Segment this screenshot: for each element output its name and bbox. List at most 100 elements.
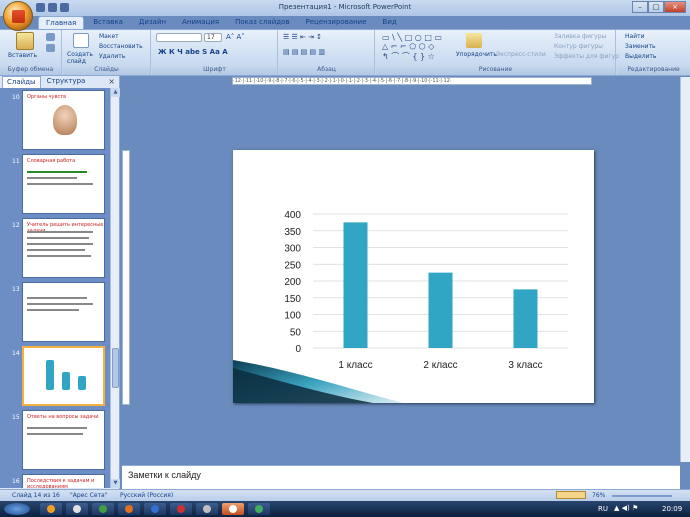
taskbar-app-icon[interactable] (196, 503, 218, 515)
office-button[interactable] (3, 1, 33, 31)
language-indicator[interactable]: Русский (Россия) (120, 492, 173, 499)
minimize-button[interactable]: – (632, 1, 648, 13)
scroll-down-icon[interactable]: ▼ (111, 479, 120, 488)
slide-thumb-15[interactable]: Ответы на вопросы задачи (22, 410, 105, 470)
zoom-level[interactable]: 76% (592, 492, 605, 499)
cut-icon[interactable] (46, 33, 55, 41)
taskbar-app-icon[interactable] (170, 503, 192, 515)
tab-view[interactable]: Вид (376, 16, 404, 30)
taskbar-app-icon[interactable] (144, 503, 166, 515)
slides-pane: Слайды Структура × 10 Органы чувств 11 С… (0, 76, 120, 489)
thumb-number: 14 (12, 350, 20, 357)
pane-close-icon[interactable]: × (108, 77, 115, 86)
zoom-slider[interactable] (612, 495, 672, 497)
slides-group: Создать слайд Макет Восстановить Удалить… (63, 30, 151, 75)
x-category-label: 2 класс (423, 360, 457, 371)
x-category-label: 1 класс (338, 360, 372, 371)
thumb-text-line (27, 243, 93, 245)
arrange-button[interactable]: Упорядочить (456, 51, 497, 58)
delete-slide-button[interactable]: Удалить (99, 53, 125, 60)
slide-thumb-14[interactable] (22, 346, 105, 406)
thumb-text-line (27, 255, 91, 257)
quick-styles-button[interactable]: Экспресс-стили (496, 51, 546, 58)
bar[interactable] (343, 222, 368, 348)
shape-effects-button[interactable]: Эффекты для фигур (554, 53, 619, 60)
taskbar-powerpoint-icon[interactable] (222, 503, 244, 515)
taskbar-app-icon[interactable] (248, 503, 270, 515)
find-button[interactable]: Найти (625, 33, 644, 40)
align-buttons[interactable]: ▤ ▤ ▤ ▤ ▥ (283, 48, 325, 56)
thumb-title: Ответы на вопросы задачи (27, 414, 99, 420)
tray-icons[interactable]: ▲ ◀) ⚑ (614, 504, 638, 512)
tab-home[interactable]: Главная (38, 16, 85, 30)
slide-scrollbar[interactable] (680, 77, 690, 462)
slide-thumb-11[interactable]: Словарная работа (22, 154, 105, 214)
arrange-icon[interactable] (466, 33, 482, 48)
font-group: 17 A˄ A˅ Ж К Ч abe S Aa A Шрифт (152, 30, 278, 75)
slide-thumb-12[interactable]: Учитель решить интересные задачи (22, 218, 105, 278)
font-size-combo[interactable]: 17 (204, 33, 222, 42)
scroll-up-icon[interactable]: ▲ (111, 88, 120, 97)
thumb-text-line (27, 171, 87, 173)
close-button[interactable]: × (664, 1, 686, 13)
slide-thumbnails: 10 Органы чувств 11 Словарная работа 12 … (0, 88, 110, 488)
tab-slideshow[interactable]: Показ слайдов (228, 16, 296, 30)
layout-button[interactable]: Макет (99, 33, 119, 40)
slide-thumb-10[interactable]: Органы чувств (22, 90, 105, 150)
font-name-combo[interactable] (156, 33, 202, 42)
taskbar: RU ▲ ◀) ⚑ 20:09 (0, 501, 690, 517)
shape-outline-button[interactable]: Контур фигуры (554, 43, 603, 50)
bar[interactable] (513, 289, 538, 348)
tab-outline[interactable]: Структура (43, 76, 90, 88)
y-tick-label: 100 (284, 311, 301, 322)
font-format-buttons[interactable]: Ж К Ч abe S Aa A (158, 48, 228, 56)
pane-scrollbar[interactable]: ▲ ▼ (110, 88, 120, 488)
taskbar-app-icon[interactable] (92, 503, 114, 515)
y-tick-label: 200 (284, 277, 301, 288)
scroll-thumb[interactable] (112, 348, 119, 388)
copy-icon[interactable] (46, 44, 55, 52)
new-slide-icon[interactable] (73, 33, 89, 48)
ribbon: Вставить Буфер обмена Создать слайд Маке… (0, 29, 690, 76)
tab-slides[interactable]: Слайды (2, 76, 41, 88)
drawing-group: ▭ \ ╲ □ ○ □ ▭ △ ⌐ ⌐ ⬠ ⬡ ◇ ↰ ⌒ ⌒ { } ☆ Упор… (376, 30, 619, 75)
list-buttons[interactable]: ☰ ☰ ⇤ ⇥ ↕ (283, 33, 322, 41)
taskbar-app-icon[interactable] (40, 503, 62, 515)
bar[interactable] (428, 272, 453, 348)
new-slide-button[interactable]: Создать слайд (67, 51, 97, 65)
replace-button[interactable]: Заменить (625, 43, 656, 50)
tab-insert[interactable]: Вставка (86, 16, 130, 30)
vertical-ruler[interactable] (122, 150, 130, 405)
paste-icon[interactable] (16, 32, 34, 50)
tab-animation[interactable]: Анимация (175, 16, 226, 30)
paragraph-group-label: Абзац (279, 66, 374, 75)
language-tray[interactable]: RU (598, 505, 608, 513)
clock[interactable]: 20:09 (662, 505, 682, 513)
shapes-gallery[interactable]: ▭ \ ╲ □ ○ □ ▭ △ ⌐ ⌐ ⬠ ⬡ ◇ ↰ ⌒ ⌒ { } ☆ (382, 33, 442, 62)
reset-button[interactable]: Восстановить (99, 43, 143, 50)
y-tick-label: 0 (295, 344, 301, 355)
notes-pane[interactable]: Заметки к слайду (122, 465, 680, 489)
horizontal-ruler[interactable]: ·12·|·11·|·10·|·9·|·8·|·7·|·6·|·5·|·4·|·… (232, 77, 592, 85)
maximize-button[interactable]: □ (648, 1, 664, 13)
slide-counter: Слайд 14 из 16 (12, 492, 60, 499)
slide-thumb-16[interactable]: Последствия к задачам и исследованиям (22, 474, 105, 488)
thumb-number: 12 (12, 222, 20, 229)
select-button[interactable]: Выделить (625, 53, 656, 60)
font-grow-icon[interactable]: A˄ A˅ (226, 33, 245, 41)
tab-design[interactable]: Дизайн (132, 16, 173, 30)
thumb-text-line (27, 177, 77, 179)
slide-canvas[interactable]: 0 50 100 150 200 250 300 350 400 1 класс 2 класс 3 … (233, 150, 594, 403)
thumb-text-line (27, 237, 89, 239)
taskbar-app-icon[interactable] (66, 503, 88, 515)
tab-review[interactable]: Рецензирование (299, 16, 374, 30)
x-category-label: 3 класс (508, 360, 542, 371)
slide-thumb-13[interactable] (22, 282, 105, 342)
shape-fill-button[interactable]: Заливка фигуры (554, 33, 606, 40)
editing-group: Найти Заменить Выделить Редактирование (617, 30, 690, 75)
y-tick-label: 150 (284, 294, 301, 305)
paste-button[interactable]: Вставить (8, 52, 37, 59)
view-buttons[interactable] (556, 491, 586, 499)
start-button[interactable] (4, 503, 30, 515)
taskbar-app-icon[interactable] (118, 503, 140, 515)
